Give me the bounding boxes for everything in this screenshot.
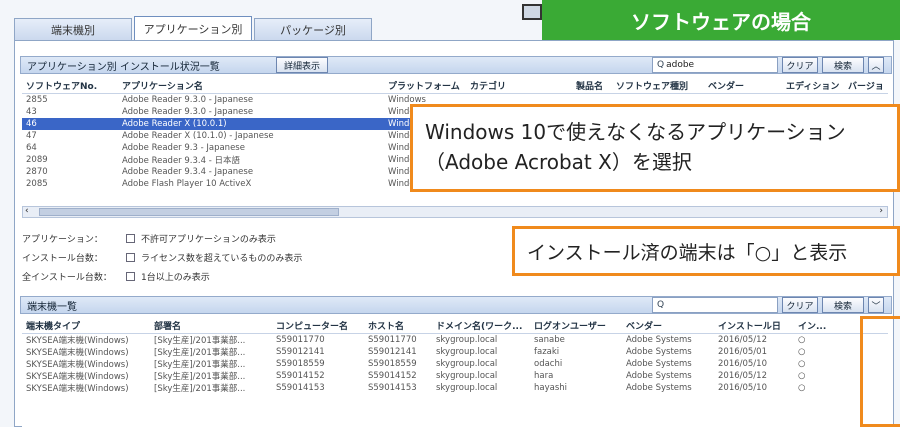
installed-column-highlight — [860, 316, 900, 427]
app-table-header: ソフトウェアNo. アプリケーション名 プラットフォーム カテゴリ 製品名 ソフ… — [22, 78, 888, 94]
app-search-button[interactable]: 検索 — [822, 57, 864, 73]
col-device-type[interactable]: 端末機タイプ — [22, 319, 150, 332]
filter-checkbox[interactable] — [126, 253, 135, 262]
tab-by-device[interactable]: 端末機別 — [14, 18, 132, 40]
callout-select-app: Windows 10で使えなくなるアプリケーション （Adobe Acrobat… — [410, 104, 900, 192]
callout-installed-mark: インストール済の端末は「○」と表示 — [512, 226, 900, 276]
col-category[interactable]: カテゴリ — [466, 79, 572, 92]
callout-line2: （Adobe Acrobat X）を選択 — [425, 150, 692, 174]
device-table-header: 端末機タイプ 部署名 コンピューター名 ホスト名 ドメイン名(ワーク... ログ… — [22, 318, 888, 334]
filter-checkbox[interactable] — [126, 272, 135, 281]
callout-install-note: インストール済の端末は「○」と表示 — [527, 241, 848, 264]
filter-checkbox[interactable] — [126, 234, 135, 243]
scroll-left-icon[interactable]: ‹ — [25, 206, 29, 216]
col-logon-user[interactable]: ログオンユーザー — [530, 319, 622, 332]
detail-view-button[interactable]: 詳細表示 — [276, 57, 328, 73]
col-dept[interactable]: 部署名 — [150, 319, 272, 332]
col-vendor[interactable]: ベンダー — [704, 79, 782, 92]
table-row[interactable]: SKYSEA端末機(Windows) [Sky生産]/201事業部... S59… — [22, 370, 888, 382]
device-search-input[interactable]: Q — [652, 297, 778, 313]
device-table: 端末機タイプ 部署名 コンピューター名 ホスト名 ドメイン名(ワーク... ログ… — [22, 318, 888, 427]
callout-line1: Windows 10で使えなくなるアプリケーション — [425, 120, 846, 144]
collapse-icon[interactable]: ︿ — [868, 57, 884, 73]
device-search-button[interactable]: 検索 — [822, 297, 864, 313]
title-banner: ソフトウェアの場合 — [542, 0, 900, 40]
device-panel-title: 端末機一覧 — [27, 301, 77, 313]
banner-text: ソフトウェアの場合 — [631, 9, 811, 34]
scroll-thumb[interactable] — [39, 208, 339, 216]
col-platform[interactable]: プラットフォーム — [384, 79, 466, 92]
col-software-type[interactable]: ソフトウェア種別 — [612, 79, 704, 92]
scroll-right-icon[interactable]: › — [879, 206, 883, 216]
table-row[interactable]: SKYSEA端末機(Windows) [Sky生産]/201事業部... S59… — [22, 346, 888, 358]
tab-by-application[interactable]: アプリケーション別 — [134, 16, 252, 40]
col-edition[interactable]: エディション — [782, 79, 844, 92]
app-clear-button[interactable]: クリア — [782, 57, 818, 73]
installed-mark: ○ — [798, 383, 806, 393]
col-app-name[interactable]: アプリケーション名 — [118, 79, 384, 92]
table-row[interactable]: SKYSEA端末機(Windows) [Sky生産]/201事業部... S59… — [22, 334, 888, 346]
view-tabs: 端末機別 アプリケーション別 パッケージ別 — [14, 16, 374, 40]
col-install-date[interactable]: インストール日 — [714, 319, 794, 332]
table-row[interactable]: SKYSEA端末機(Windows) [Sky生産]/201事業部... S59… — [22, 358, 888, 370]
app-panel-title: アプリケーション別 インストール状況一覧 — [27, 61, 220, 73]
search-icon: Q — [657, 300, 665, 310]
device-clear-button[interactable]: クリア — [782, 297, 818, 313]
app-search-value: adobe — [666, 60, 695, 70]
table-row[interactable]: SKYSEA端末機(Windows) [Sky生産]/201事業部... S59… — [22, 382, 888, 394]
tab-by-package[interactable]: パッケージ別 — [254, 18, 372, 40]
filter-install-count: インストール台数： ライセンス数を超えているもののみ表示 — [22, 253, 303, 264]
col-version[interactable]: バージョン — [844, 79, 884, 92]
col-host[interactable]: ホスト名 — [364, 319, 432, 332]
installed-mark: ○ — [798, 371, 806, 381]
filter-application: アプリケーション： 不許可アプリケーションのみ表示 — [22, 234, 276, 245]
installed-mark: ○ — [798, 359, 806, 369]
col-installed[interactable]: イン... — [794, 319, 830, 332]
monitor-icon — [522, 4, 542, 20]
col-software-no[interactable]: ソフトウェアNo. — [22, 79, 118, 92]
col-product[interactable]: 製品名 — [572, 79, 612, 92]
col-vendor[interactable]: ベンダー — [622, 319, 714, 332]
installed-mark: ○ — [798, 335, 806, 345]
app-table-hscroll[interactable]: ‹ › — [22, 206, 888, 218]
installed-mark: ○ — [798, 347, 806, 357]
search-icon: Q — [657, 60, 665, 70]
filter-total-install: 全インストール台数： 1台以上のみ表示 — [22, 272, 210, 283]
expand-icon[interactable]: ﹀ — [868, 297, 884, 313]
col-domain[interactable]: ドメイン名(ワーク... — [432, 319, 530, 332]
app-search-input[interactable]: Q adobe — [652, 57, 778, 73]
col-computer[interactable]: コンピューター名 — [272, 319, 364, 332]
